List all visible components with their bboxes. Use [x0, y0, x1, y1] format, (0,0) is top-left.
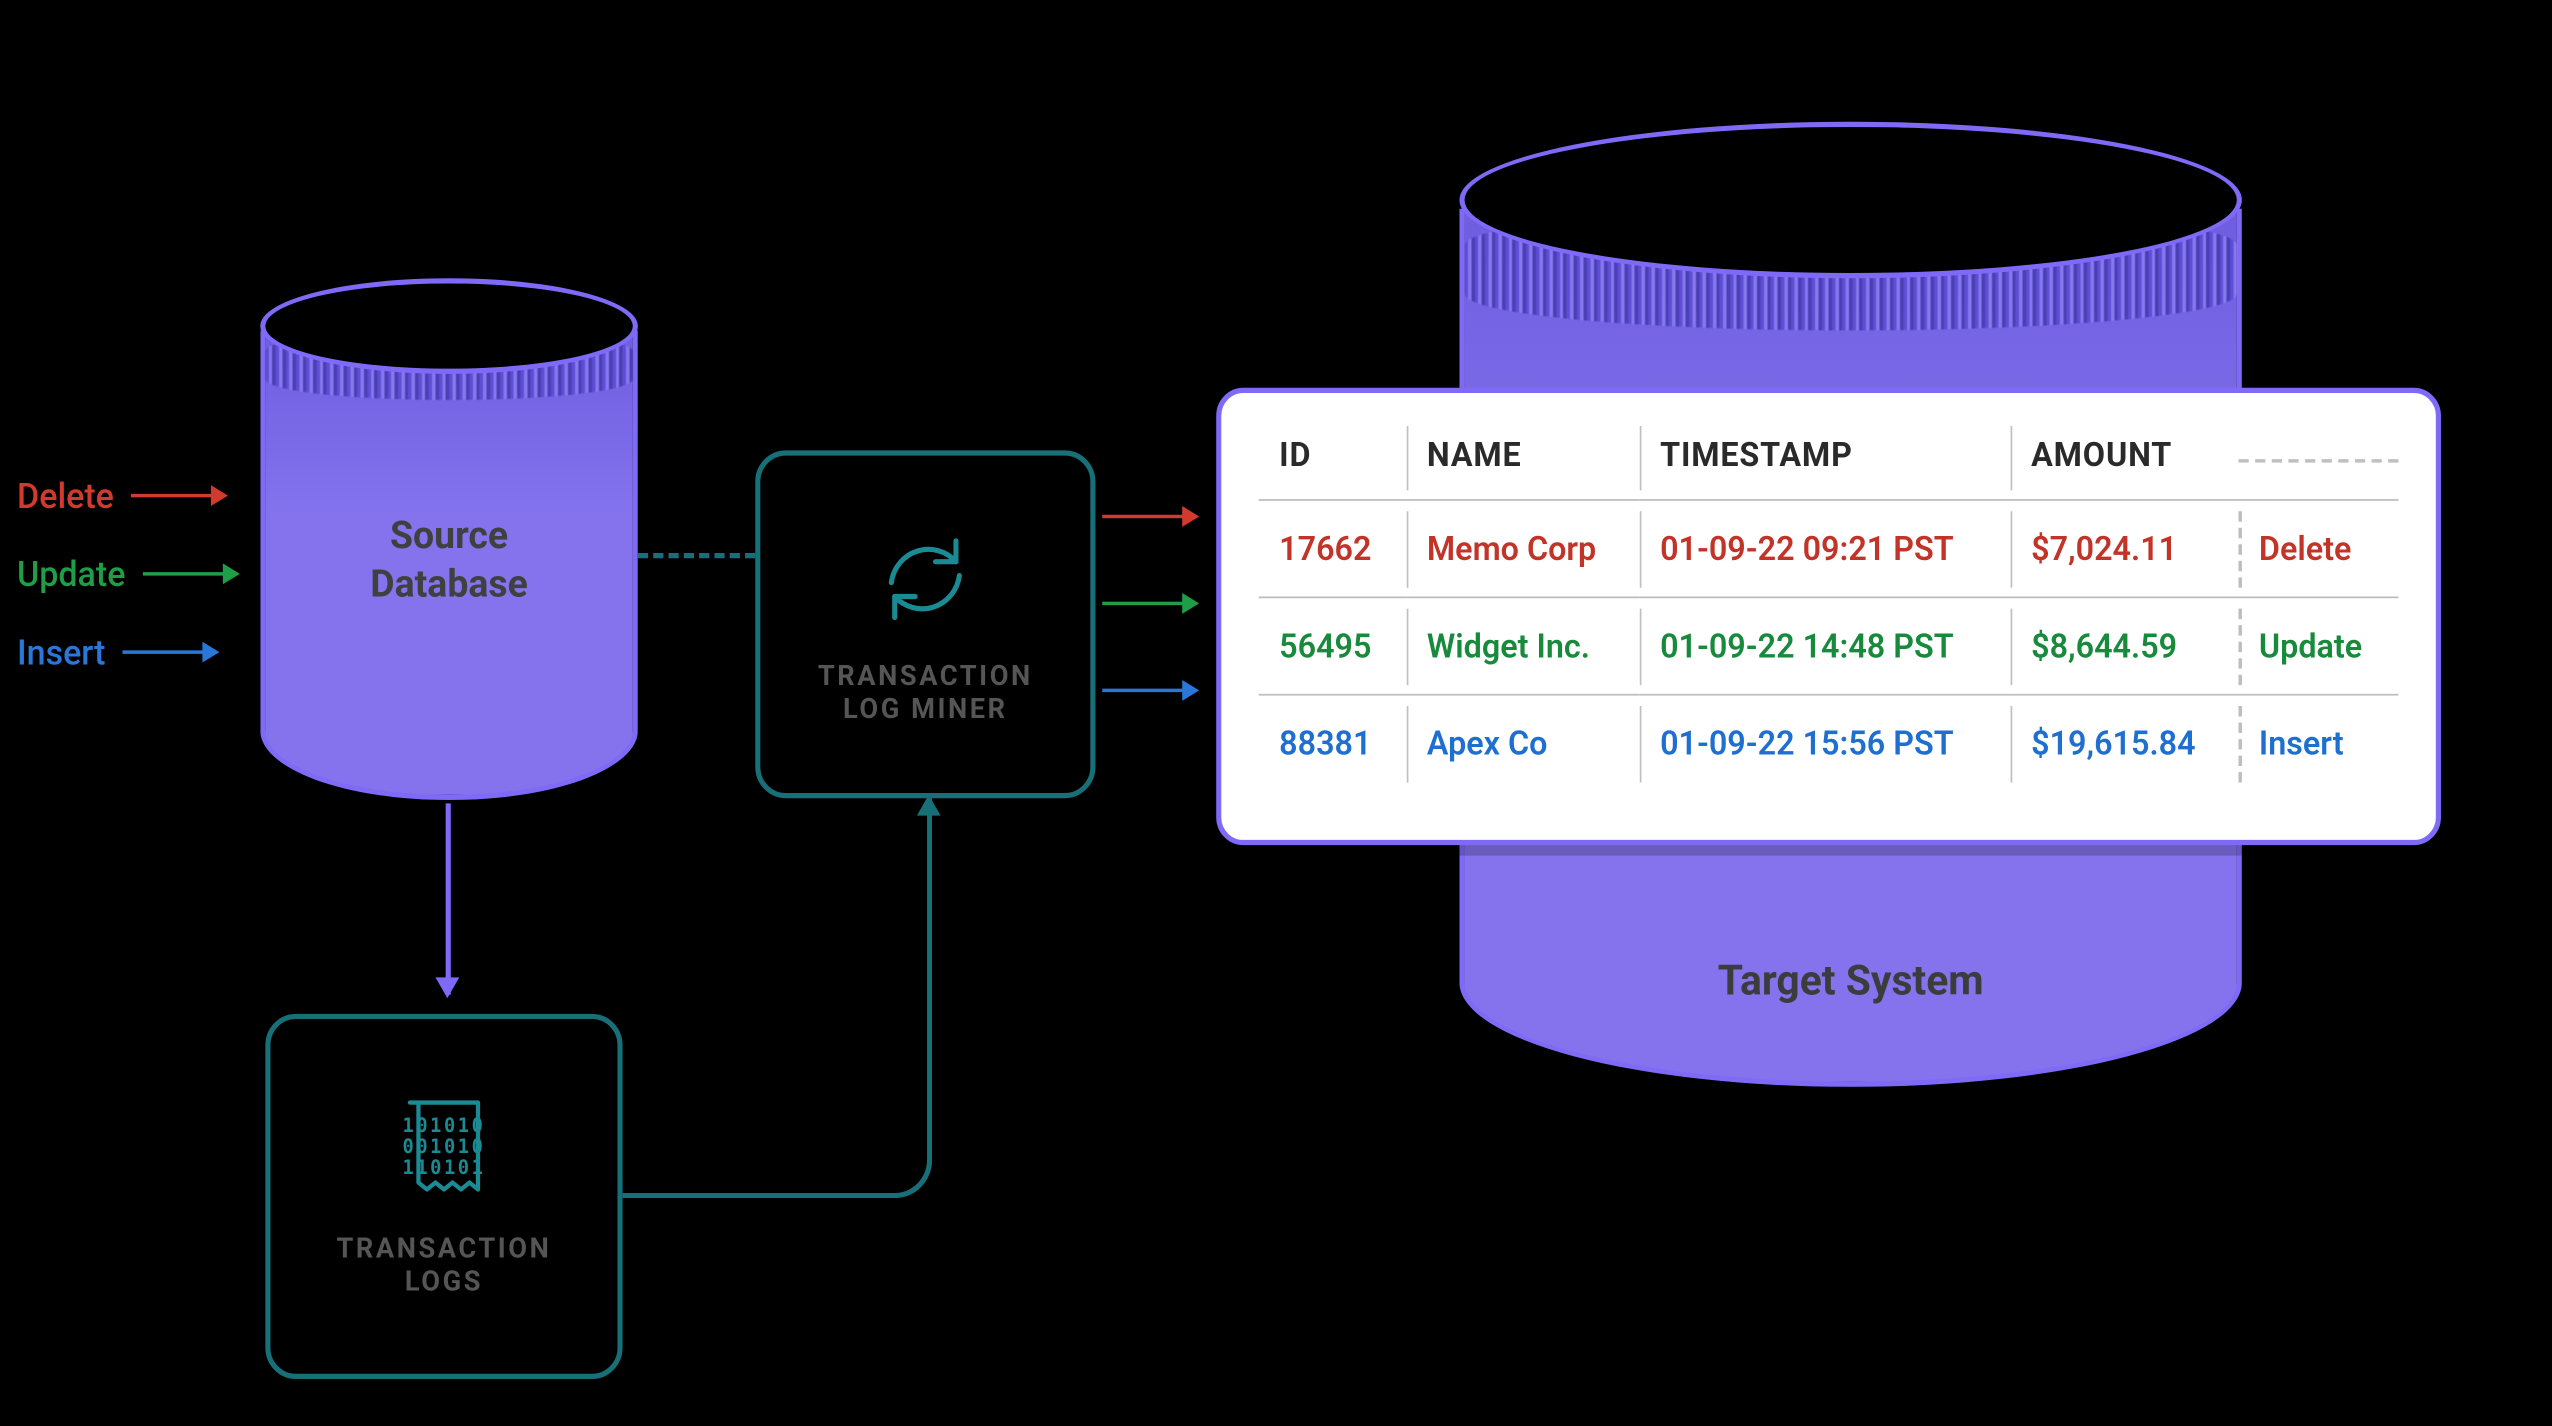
- cell-timestamp: 01-09-22 14:48 PST: [1640, 597, 2011, 694]
- connector-source-to-miner: [638, 553, 755, 558]
- svg-text:101010: 101010: [403, 1115, 486, 1137]
- svg-text:001010: 001010: [403, 1136, 486, 1158]
- cell-timestamp: 01-09-22 09:21 PST: [1640, 500, 2011, 597]
- connector-logs-to-miner: [623, 798, 933, 1198]
- operation-update: Update: [17, 553, 236, 595]
- operation-delete-label: Delete: [17, 475, 114, 517]
- operation-update-label: Update: [17, 553, 125, 595]
- transaction-logs-node: 101010 001010 110101 TRANSACTION LOGS: [265, 1014, 622, 1379]
- arrow-right-icon: [142, 572, 236, 575]
- log-miner-label-line1: TRANSACTION: [818, 659, 1033, 692]
- arrow-right-icon: [123, 650, 217, 653]
- cell-id: 17662: [1259, 500, 1407, 597]
- source-database: Source Database: [260, 278, 638, 800]
- connector-miner-to-table-insert: [1102, 689, 1196, 692]
- source-database-label-line1: Source: [260, 513, 638, 561]
- cell-id: 56495: [1259, 597, 1407, 694]
- col-operation-header: [2239, 417, 2399, 500]
- cell-operation: Insert: [2239, 695, 2399, 792]
- cell-operation: Delete: [2239, 500, 2399, 597]
- cell-name: Apex Co: [1406, 695, 1639, 792]
- transaction-log-miner-node: TRANSACTION LOG MINER: [755, 450, 1095, 798]
- cell-amount: $19,615.84: [2011, 695, 2239, 792]
- cylinder-top-icon: [1459, 122, 2241, 279]
- connector-source-to-logs: [446, 803, 451, 994]
- cell-amount: $7,024.11: [2011, 500, 2239, 597]
- col-name-header: NAME: [1406, 417, 1639, 500]
- data-table-card: ID NAME TIMESTAMP AMOUNT 17662 Memo Corp…: [1216, 388, 2441, 845]
- cell-name: Memo Corp: [1406, 500, 1639, 597]
- table-row: 88381 Apex Co 01-09-22 15:56 PST $19,615…: [1259, 695, 2399, 792]
- col-amount-header: AMOUNT: [2011, 417, 2239, 500]
- cell-operation: Update: [2239, 597, 2399, 694]
- col-timestamp-header: TIMESTAMP: [1640, 417, 2011, 500]
- receipt-icon: 101010 001010 110101: [396, 1096, 491, 1207]
- cell-amount: $8,644.59: [2011, 597, 2239, 694]
- data-table: ID NAME TIMESTAMP AMOUNT 17662 Memo Corp…: [1259, 417, 2399, 791]
- table-row: 17662 Memo Corp 01-09-22 09:21 PST $7,02…: [1259, 500, 2399, 597]
- arrow-right-icon: [131, 494, 225, 497]
- transaction-logs-label: TRANSACTION LOGS: [337, 1231, 552, 1297]
- sync-icon: [871, 523, 980, 634]
- cell-timestamp: 01-09-22 15:56 PST: [1640, 695, 2011, 792]
- source-database-label: Source Database: [260, 513, 638, 609]
- operation-insert-label: Insert: [17, 631, 106, 673]
- log-miner-label: TRANSACTION LOG MINER: [818, 659, 1033, 725]
- cell-name: Widget Inc.: [1406, 597, 1639, 694]
- source-database-label-line2: Database: [260, 561, 638, 609]
- cylinder-top-icon: [260, 278, 638, 374]
- cell-id: 88381: [1259, 695, 1407, 792]
- operation-delete: Delete: [17, 475, 224, 517]
- log-miner-label-line2: LOG MINER: [818, 692, 1033, 725]
- svg-text:110101: 110101: [403, 1157, 486, 1179]
- col-id-header: ID: [1259, 417, 1407, 500]
- operation-insert: Insert: [17, 631, 216, 673]
- target-system-label: Target System: [1459, 956, 2241, 1005]
- table-header-row: ID NAME TIMESTAMP AMOUNT: [1259, 417, 2399, 500]
- table-row: 56495 Widget Inc. 01-09-22 14:48 PST $8,…: [1259, 597, 2399, 694]
- transaction-logs-label-line2: LOGS: [337, 1264, 552, 1297]
- connector-miner-to-table-update: [1102, 602, 1196, 605]
- transaction-logs-label-line1: TRANSACTION: [337, 1231, 552, 1264]
- connector-miner-to-table-delete: [1102, 515, 1196, 518]
